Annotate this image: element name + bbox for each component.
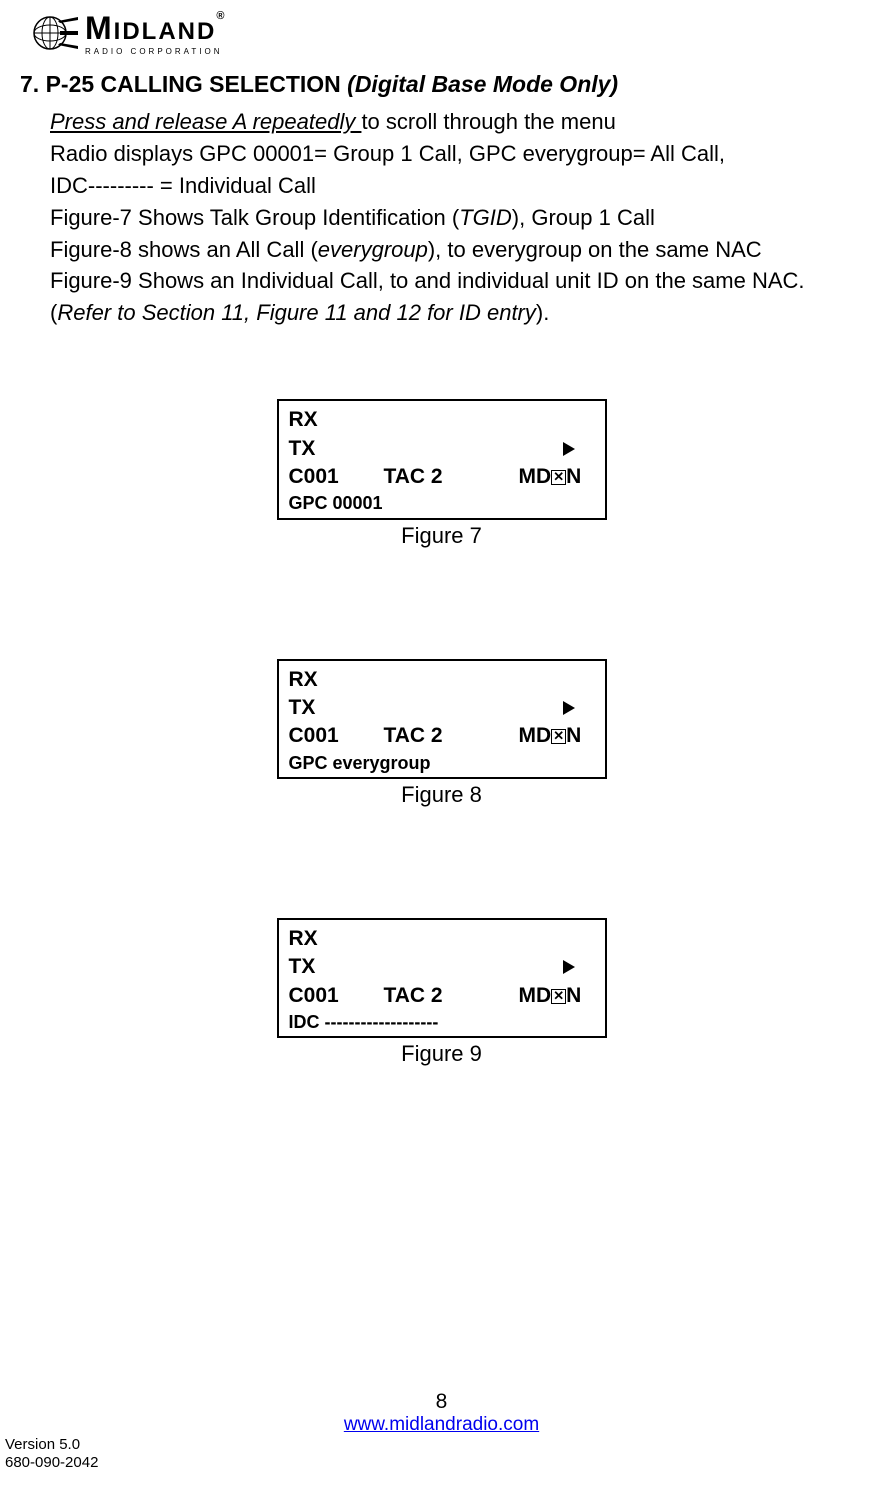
body-line-2: Radio displays GPC 00001= Group 1 Call, … [50, 138, 863, 170]
body-line-5: Figure-8 shows an All Call (everygroup),… [50, 234, 863, 266]
figure-7-caption: Figure 7 [20, 523, 863, 549]
x-box-icon: ✕ [551, 470, 566, 485]
figure-8-container: RX TX C001 TAC 2 MD✕N GPC everygroup Fig… [20, 659, 863, 808]
figure-8-tx-row: TX [289, 694, 595, 722]
figure-7-tx-row: TX [289, 435, 595, 463]
section-heading: 7. P-25 CALLING SELECTION (Digital Base … [20, 71, 863, 98]
figure-7-rx: RX [289, 406, 595, 434]
x-box-icon: ✕ [551, 989, 566, 1004]
figure-9-tx-row: TX [289, 953, 595, 981]
figure-9-container: RX TX C001 TAC 2 MD✕N IDC --------------… [20, 918, 863, 1067]
figure-9-rx: RX [289, 925, 595, 953]
page-number: 8 [0, 1390, 883, 1414]
figure-7-container: RX TX C001 TAC 2 MD✕N GPC 00001 Figure 7 [20, 399, 863, 548]
figure-7-box: RX TX C001 TAC 2 MD✕N GPC 00001 [277, 399, 607, 519]
x-box-icon: ✕ [551, 729, 566, 744]
figure-9-last-line: IDC ------------------- [289, 1010, 595, 1034]
figure-9-channel-row: C001 TAC 2 MD✕N [289, 982, 595, 1010]
body-line-6: Figure-9 Shows an Individual Call, to an… [50, 265, 863, 297]
figure-8-caption: Figure 8 [20, 782, 863, 808]
play-icon [563, 960, 575, 974]
body-line-1: Press and release A repeatedly to scroll… [50, 106, 863, 138]
website-link[interactable]: www.midlandradio.com [0, 1414, 883, 1436]
figure-9-box: RX TX C001 TAC 2 MD✕N IDC --------------… [277, 918, 607, 1038]
body-paragraph: Press and release A repeatedly to scroll… [50, 106, 863, 329]
logo-subtitle: RADIO CORPORATION [85, 47, 226, 56]
play-icon [563, 701, 575, 715]
globe-icon [30, 13, 80, 53]
body-line-4: Figure-7 Shows Talk Group Identification… [50, 202, 863, 234]
midland-logo: MIDLAND® RADIO CORPORATION [30, 10, 863, 56]
figure-8-channel-row: C001 TAC 2 MD✕N [289, 722, 595, 750]
figure-9-caption: Figure 9 [20, 1041, 863, 1067]
page-footer: 8 www.midlandradio.com Version 5.0 680-0… [0, 1390, 883, 1472]
logo-brand-text: MIDLAND® [85, 10, 226, 47]
figure-8-last-line: GPC everygroup [289, 751, 595, 775]
version-info: Version 5.0 680-090-2042 [5, 1436, 883, 1472]
play-icon [563, 442, 575, 456]
figure-8-box: RX TX C001 TAC 2 MD✕N GPC everygroup [277, 659, 607, 779]
figure-7-channel-row: C001 TAC 2 MD✕N [289, 463, 595, 491]
figure-8-rx: RX [289, 666, 595, 694]
body-line-7: (Refer to Section 11, Figure 11 and 12 f… [50, 297, 863, 329]
figure-7-last-line: GPC 00001 [289, 491, 595, 515]
body-line-3: IDC--------- = Individual Call [50, 170, 863, 202]
